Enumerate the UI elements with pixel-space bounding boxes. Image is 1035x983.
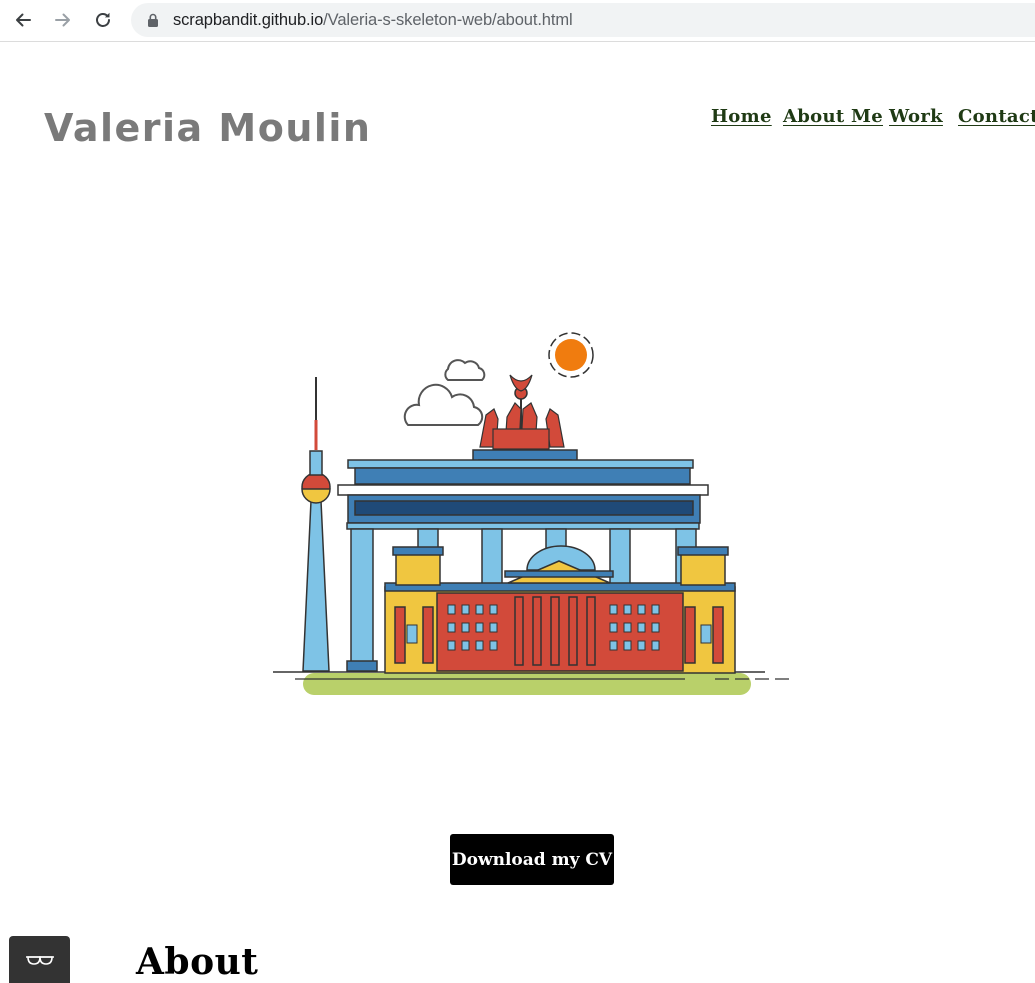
accessibility-widget-button[interactable]	[9, 936, 70, 983]
browser-toolbar: scrapbandit.github.io/Valeria-s-skeleton…	[0, 0, 1035, 42]
download-cv-button[interactable]: Download my CV	[450, 834, 614, 885]
lock-icon	[147, 13, 159, 27]
nav-link-home[interactable]: Home	[711, 106, 772, 127]
url-text: scrapbandit.github.io/Valeria-s-skeleton…	[173, 11, 573, 30]
nav-link-work[interactable]: Work	[889, 106, 943, 127]
quadriga-icon	[479, 374, 565, 450]
reichstag-icon	[384, 545, 736, 674]
cloud-icon	[403, 359, 486, 426]
reload-icon	[96, 12, 110, 27]
forward-arrow-icon	[55, 13, 70, 27]
glasses-icon	[25, 955, 54, 965]
url-host: scrapbandit.github.io	[173, 10, 324, 29]
url-path: /Valeria-s-skeleton-web/about.html	[323, 10, 573, 29]
back-button[interactable]	[8, 6, 38, 34]
sun-icon	[548, 332, 594, 378]
main-navigation: Home About Me Work Contact	[0, 106, 1035, 132]
back-arrow-icon	[16, 13, 31, 27]
nav-link-about-me[interactable]: About Me	[783, 106, 883, 127]
berlin-landmarks-illustration	[265, 325, 800, 700]
download-cv-label: Download my CV	[451, 849, 613, 870]
tv-tower-icon	[301, 377, 331, 672]
address-bar[interactable]: scrapbandit.github.io/Valeria-s-skeleton…	[131, 3, 1035, 37]
about-heading: About	[136, 941, 259, 983]
nav-link-contact[interactable]: Contact	[958, 106, 1035, 127]
reload-button[interactable]	[88, 6, 118, 34]
forward-button[interactable]	[48, 6, 78, 34]
